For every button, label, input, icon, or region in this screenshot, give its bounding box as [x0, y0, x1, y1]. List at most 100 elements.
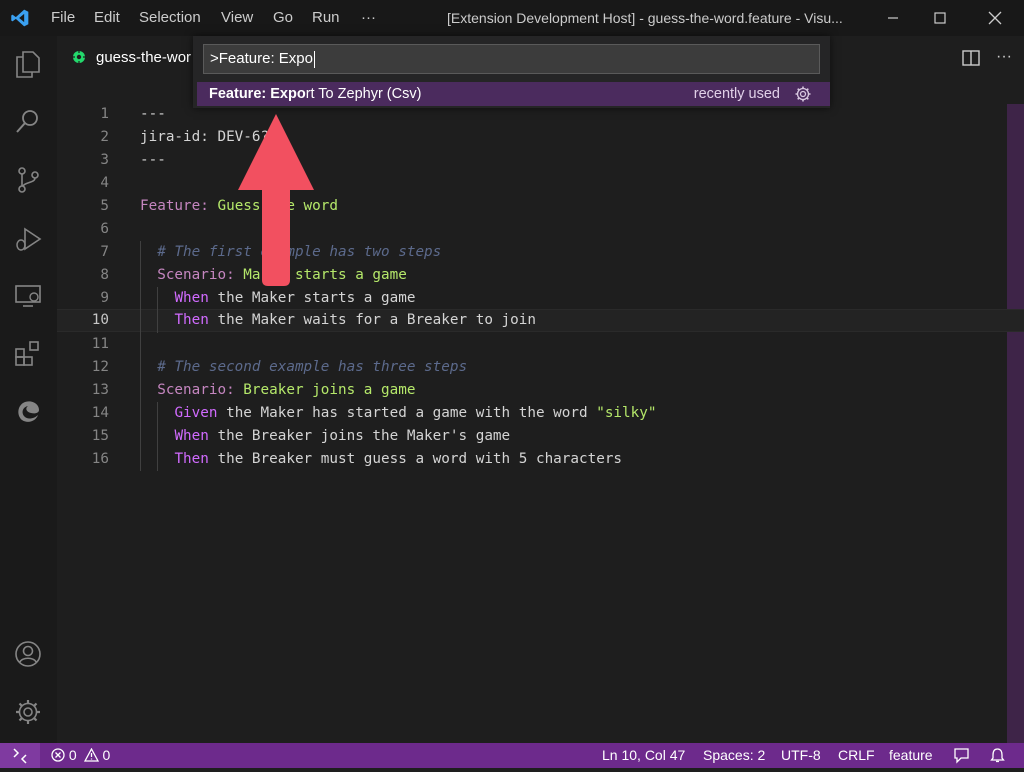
- activity-bar: [0, 36, 57, 743]
- line-text: Scenario: Breaker joins a game: [157, 382, 416, 398]
- code-line[interactable]: 3 ---: [57, 149, 1024, 172]
- split-editor-button[interactable]: [961, 48, 981, 68]
- files-icon: [16, 51, 40, 78]
- code-line[interactable]: 13 Scenario: Breaker joins a game: [57, 379, 1024, 402]
- code-line[interactable]: 2 jira-id: DEV-6?: [57, 126, 1024, 149]
- menu-file[interactable]: File: [51, 0, 75, 36]
- code-line[interactable]: 6: [57, 218, 1024, 241]
- code-line-current[interactable]: 10 Then the Maker waits for a Breaker to…: [57, 309, 1024, 332]
- menu-view[interactable]: View: [221, 0, 253, 36]
- command-palette: >Feature: Expo Feature: Export To Zephyr…: [193, 36, 830, 108]
- line-text: When the Maker starts a game: [174, 290, 416, 306]
- close-button[interactable]: [972, 0, 1018, 36]
- menu-run[interactable]: Run: [312, 0, 340, 36]
- line-number: 11: [91, 336, 109, 352]
- line-number: 9: [100, 290, 109, 306]
- notifications-button[interactable]: [989, 747, 1006, 772]
- status-bar: 0 0 Ln 10, Col 47 Spaces: 2 UTF-8 CRLF f…: [0, 743, 1024, 768]
- menu-selection[interactable]: Selection: [139, 0, 201, 36]
- maximize-button[interactable]: [917, 0, 963, 36]
- vscode-logo-icon: [11, 9, 29, 27]
- line-number: 4: [100, 175, 109, 191]
- remote-icon: [13, 747, 27, 764]
- line-text: Given the Maker has started a game with …: [174, 405, 657, 421]
- line-number: 5: [100, 198, 109, 214]
- bell-icon: [990, 748, 1005, 763]
- remote-explorer-icon: [15, 285, 41, 307]
- extensions-icon: [15, 341, 39, 366]
- command-palette-input[interactable]: >Feature: Expo: [203, 44, 820, 74]
- accounts-button[interactable]: [13, 639, 43, 669]
- line-text: Then the Maker waits for a Breaker to jo…: [174, 312, 536, 328]
- annotation-arrow-icon: [238, 114, 314, 286]
- code-line[interactable]: 16 Then the Breaker must guess a word wi…: [57, 448, 1024, 471]
- language-mode[interactable]: feature: [889, 743, 933, 768]
- line-number: 8: [100, 267, 109, 283]
- code-line[interactable]: 12 # The second example has three steps: [57, 356, 1024, 379]
- indent-guide: [140, 241, 141, 471]
- maximize-icon: [934, 12, 946, 24]
- configure-keybinding-icon[interactable]: [794, 85, 812, 103]
- code-line[interactable]: 9 When the Maker starts a game: [57, 287, 1024, 310]
- line-number: 12: [91, 359, 109, 375]
- more-actions-button[interactable]: ···: [994, 48, 1014, 68]
- encoding-setting[interactable]: UTF-8: [781, 743, 821, 768]
- menu-more[interactable]: ···: [361, 0, 376, 36]
- line-number: 1: [100, 106, 109, 122]
- minimize-button[interactable]: [870, 0, 916, 36]
- indent-guide: [157, 287, 159, 333]
- search-button[interactable]: [13, 106, 43, 136]
- source-control-button[interactable]: [13, 165, 43, 195]
- code-line[interactable]: 15 When the Breaker joins the Maker's ga…: [57, 425, 1024, 448]
- line-number: 10: [91, 312, 109, 328]
- explorer-button[interactable]: [13, 49, 43, 79]
- code-line[interactable]: 5Feature: Guess the word: [57, 195, 1024, 218]
- minimize-icon: [888, 17, 898, 19]
- line-number: 3: [100, 152, 109, 168]
- palette-result-label: Feature: Export To Zephyr (Csv): [209, 86, 422, 102]
- account-icon: [15, 641, 41, 667]
- remote-indicator-button[interactable]: [0, 743, 40, 768]
- line-number: 13: [91, 382, 109, 398]
- code-line[interactable]: 4: [57, 172, 1024, 195]
- palette-result-hint: recently used: [693, 86, 780, 102]
- window-title: [Extension Development Host] - guess-the…: [447, 10, 843, 26]
- manage-button[interactable]: [13, 697, 43, 727]
- run-debug-icon: [16, 227, 42, 251]
- feedback-icon: [954, 748, 969, 764]
- error-icon: [51, 748, 65, 762]
- split-editor-icon: [962, 50, 980, 66]
- line-number: 7: [100, 244, 109, 260]
- source-control-icon: [18, 167, 39, 193]
- edge-icon: [18, 401, 39, 422]
- code-line[interactable]: 14 Given the Maker has started a game wi…: [57, 402, 1024, 425]
- tab-guess-the-word[interactable]: guess-the-wor: [57, 36, 207, 80]
- menu-edit[interactable]: Edit: [94, 0, 120, 36]
- extensions-button[interactable]: [13, 338, 43, 368]
- code-line[interactable]: 8 Scenario: Maker starts a game: [57, 264, 1024, 287]
- line-number: 14: [91, 405, 109, 421]
- problems-indicator[interactable]: 0 0: [51, 743, 110, 768]
- line-text: # The second example has three steps: [157, 359, 468, 375]
- tab-label: guess-the-wor: [96, 49, 192, 66]
- code-line[interactable]: 11: [57, 333, 1024, 356]
- title-bar: File Edit Selection View Go Run ··· [Ext…: [0, 0, 1024, 36]
- palette-result-item[interactable]: Feature: Export To Zephyr (Csv) recently…: [197, 82, 830, 106]
- line-number: 6: [100, 221, 109, 237]
- edge-tools-button[interactable]: [13, 396, 43, 426]
- remote-explorer-button[interactable]: [13, 281, 43, 311]
- code-line[interactable]: 7 # The first example has two steps: [57, 241, 1024, 264]
- line-number: 2: [100, 129, 109, 145]
- menu-go[interactable]: Go: [273, 0, 293, 36]
- line-number: 16: [91, 451, 109, 467]
- feedback-button[interactable]: [953, 747, 970, 772]
- line-number: 15: [91, 428, 109, 444]
- search-icon: [16, 110, 38, 133]
- settings-gear-icon: [16, 700, 40, 724]
- run-debug-button[interactable]: [13, 224, 43, 254]
- eol-setting[interactable]: CRLF: [838, 743, 875, 768]
- indent-guide: [157, 402, 159, 471]
- cursor-position[interactable]: Ln 10, Col 47: [602, 743, 685, 768]
- indentation-setting[interactable]: Spaces: 2: [703, 743, 765, 768]
- line-text: When the Breaker joins the Maker's game: [174, 428, 511, 444]
